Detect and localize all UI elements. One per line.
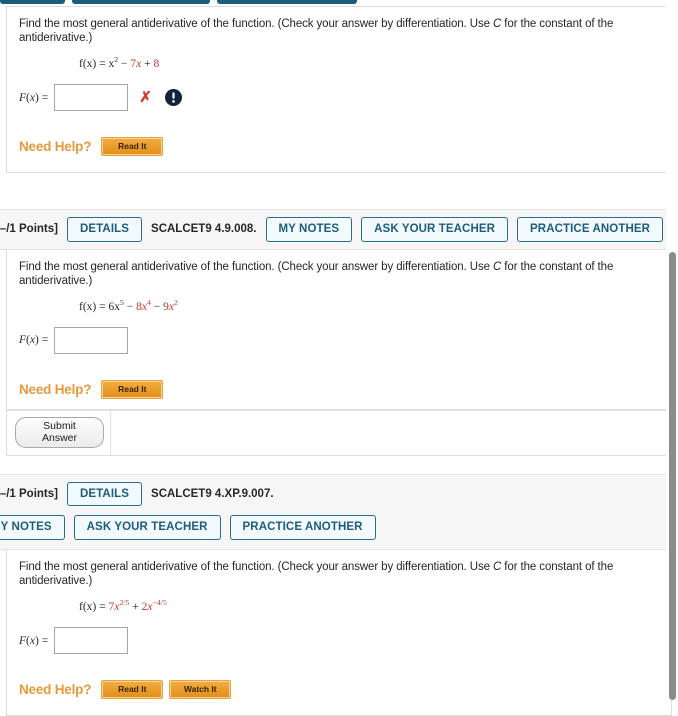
watch-it-button-3[interactable]: Watch It	[169, 680, 232, 700]
details-button-3[interactable]: DETAILS	[66, 481, 143, 507]
answer-input-3[interactable]	[54, 627, 129, 655]
prompt-text-part1: Find the most general antiderivative of …	[19, 18, 493, 30]
need-help-label-1: Need Help?	[19, 139, 92, 155]
question-card-1: Find the most general antiderivative of …	[6, 6, 672, 174]
details-button-2[interactable]: DETAILS	[66, 217, 143, 242]
prompt-constant-c: C	[492, 260, 502, 273]
prompt-constant-c: C	[492, 560, 502, 573]
vertical-scrollbar-track[interactable]	[666, 0, 678, 700]
answer-label-2: F(x) =	[19, 334, 49, 347]
equation-3: f(x) = 7x2/5 + 2x−4/5	[79, 598, 167, 614]
question-header-2: [–/1 Points] DETAILS SCALCET9 4.9.008. M…	[0, 209, 678, 250]
equation-2: f(x) = 6x5 − 8x4 − 9x2	[79, 297, 178, 313]
answer-row-2: F(x) =	[19, 326, 659, 354]
need-help-label-2: Need Help?	[19, 381, 92, 397]
question-prompt-2: Find the most general antiderivative of …	[19, 260, 659, 288]
question-body-3: Find the most general antiderivative of …	[7, 550, 671, 715]
submit-bar-2: Submit Answer	[6, 409, 672, 456]
answer-input-2[interactable]	[54, 326, 129, 354]
submit-cell-2: Submit Answer	[7, 410, 111, 455]
my-notes-button-2[interactable]: MY NOTES	[265, 217, 353, 242]
vertical-scrollbar-thumb[interactable]	[669, 252, 676, 700]
incorrect-x-icon: ✗	[139, 89, 152, 107]
question-header-3-row2: MY NOTES ASK YOUR TEACHER PRACTICE ANOTH…	[0, 515, 672, 540]
read-it-button-1[interactable]: Read It	[101, 137, 164, 157]
prompt-text-part1: Find the most general antiderivative of …	[19, 260, 493, 273]
read-it-button-3[interactable]: Read It	[101, 680, 164, 700]
question-code-2: SCALCET9 4.9.008.	[151, 223, 257, 236]
answer-row-3: F(x) =	[19, 627, 659, 655]
my-notes-button-3[interactable]: MY NOTES	[0, 515, 65, 540]
question-prompt-1: Find the most general antiderivative of …	[19, 17, 659, 45]
card-gap-2	[0, 455, 678, 474]
ask-your-teacher-button-3[interactable]: ASK YOUR TEACHER	[73, 515, 221, 540]
prompt-constant-c: C	[492, 18, 502, 30]
question-body-1: Find the most general antiderivative of …	[7, 7, 671, 172]
question-body-2: Find the most general antiderivative of …	[7, 250, 671, 409]
prompt-text-part1: Find the most general antiderivative of …	[19, 560, 493, 573]
answer-row-1: F(x) = ✗	[19, 84, 659, 112]
question-card-2: Find the most general antiderivative of …	[6, 249, 672, 410]
clipped-button-3[interactable]	[217, 0, 357, 4]
answer-input-1[interactable]	[54, 84, 129, 112]
warning-exclamation-icon[interactable]	[164, 89, 182, 107]
question-code-3: SCALCET9 4.XP.9.007.	[151, 488, 274, 501]
ask-your-teacher-button-2[interactable]: ASK YOUR TEACHER	[361, 217, 509, 242]
need-help-row-2: Need Help? Read It	[19, 379, 659, 399]
equation-1: f(x) = x2 − 7x + 8	[79, 55, 160, 71]
points-label-2: [–/1 Points]	[0, 223, 58, 236]
answer-label-3: F(x) =	[19, 634, 49, 647]
clipped-button-1[interactable]	[0, 0, 65, 4]
answer-label-1: F(x) =	[19, 91, 49, 104]
clipped-button-strip	[0, 0, 678, 6]
need-help-row-1: Need Help? Read It	[19, 137, 659, 157]
clipped-button-2[interactable]	[72, 0, 210, 4]
need-help-label-3: Need Help?	[19, 682, 92, 698]
practice-another-button-3[interactable]: PRACTICE ANOTHER	[229, 515, 376, 540]
submit-answer-button-2[interactable]: Submit Answer	[15, 416, 104, 448]
practice-another-button-2[interactable]: PRACTICE ANOTHER	[517, 217, 664, 242]
question-card-3: Find the most general antiderivative of …	[6, 549, 672, 716]
question-prompt-3: Find the most general antiderivative of …	[19, 560, 659, 588]
points-label-3: [–/1 Points]	[0, 488, 58, 501]
read-it-button-2[interactable]: Read It	[101, 379, 164, 399]
card-gap-1	[0, 173, 678, 210]
question-header-3: [–/1 Points] DETAILS SCALCET9 4.XP.9.007…	[0, 473, 678, 550]
need-help-row-3: Need Help? Read It Watch It	[19, 680, 659, 700]
